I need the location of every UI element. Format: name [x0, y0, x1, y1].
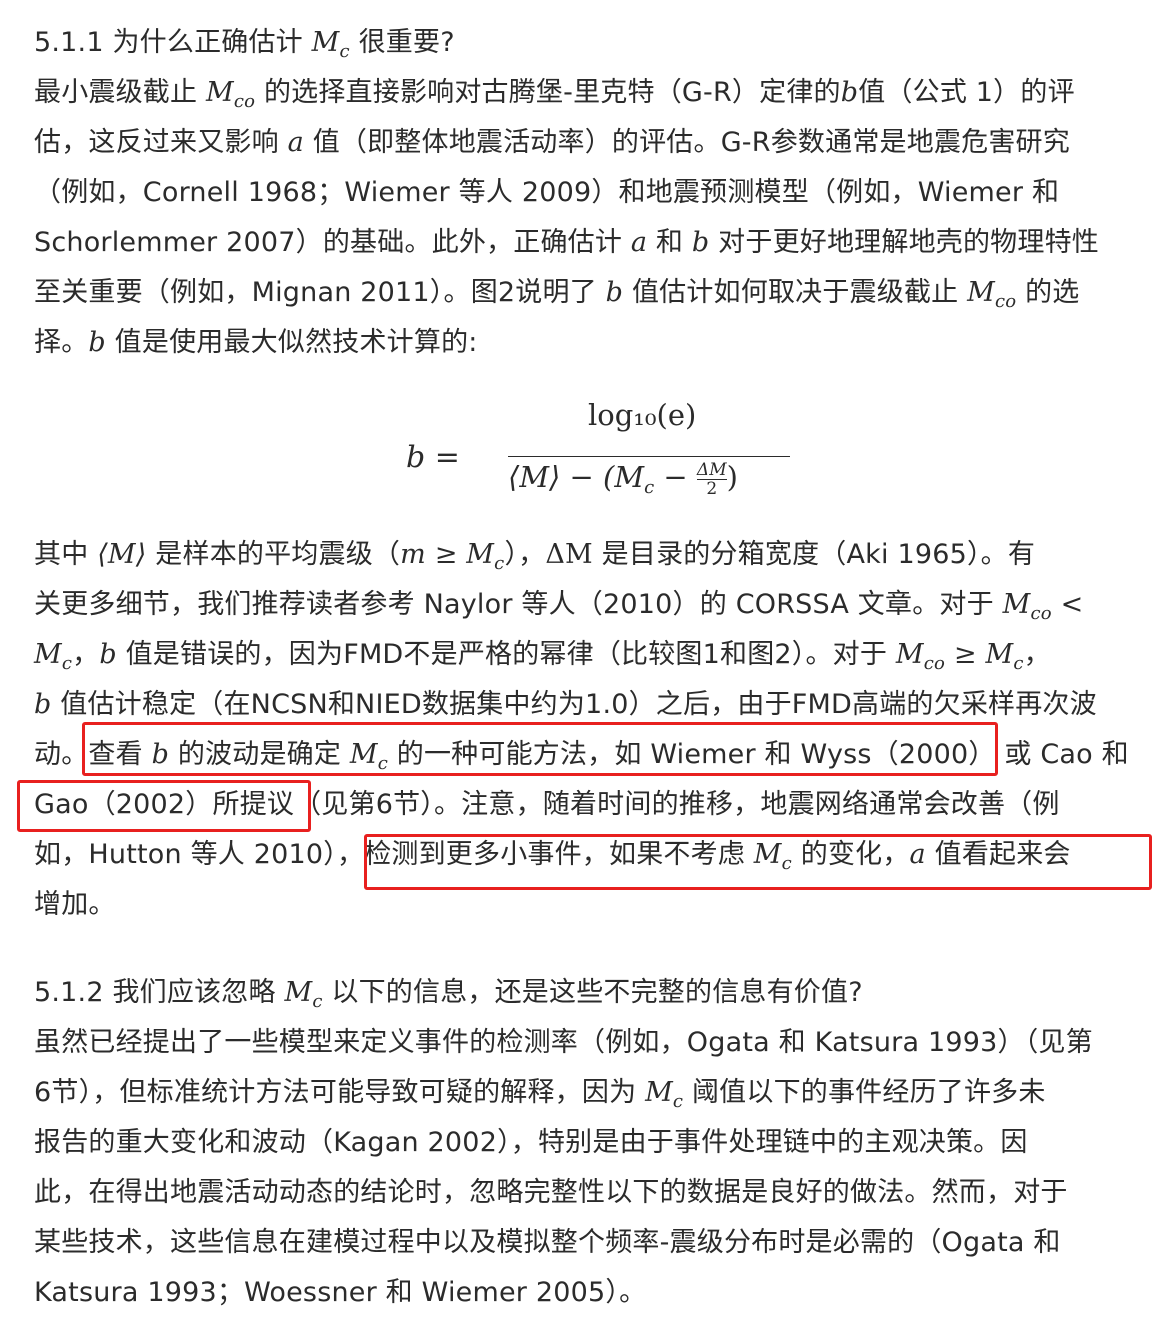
paragraph-1-line-5: 至关重要（例如，Mignan 2011）。图2说明了 b 值估计如何取决于震级截…	[34, 277, 1080, 312]
section2-line-1: 虽然已经提出了一些模型来定义事件的检测率（例如，Ogata 和 Katsura …	[34, 1027, 1093, 1058]
paragraph-1-line-3: （例如，Cornell 1968；Wiemer 等人 2009）和地震预测模型（…	[34, 177, 1060, 208]
paragraph-2-line-3: Mc，b 值是错误的，因为FMD不是严格的幂律（比较图1和图2）。对于 Mco …	[34, 639, 1051, 674]
paragraph-1-line-1: 最小震级截止 Mco 的选择直接影响对古腾堡-里克特（G-R）定律的b值（公式 …	[34, 77, 1075, 112]
section-heading-5-1-1: 5.1.1 为什么正确估计 Mc 很重要?	[34, 27, 455, 62]
paragraph-2-line-1: 其中 ⟨M⟩ 是样本的平均震级（m ≥ Mc），ΔM 是目录的分箱宽度（Aki …	[34, 539, 1036, 574]
math-Mc: Mc	[284, 977, 323, 1012]
paragraph-1-line-2: 估，这反过来又影响 a 值（即整体地震活动率）的评估。G-R参数通常是地震危害研…	[34, 127, 1070, 158]
formula-fraction-bar	[508, 456, 790, 457]
section2-line-2: 6节），但标准统计方法可能导致可疑的解释，因为 Mc 阈值以下的事件经历了许多未	[34, 1077, 1046, 1112]
math-Mco: Mco	[205, 77, 256, 112]
formula-denominator: ⟨M⟩ − (Mc − ΔM 2)	[508, 459, 738, 499]
paragraph-1-line-6: 择。b 值是使用最大似然技术计算的:	[34, 327, 478, 358]
math-Mc: Mc	[34, 639, 73, 674]
paragraph-1-line-4: Schorlemmer 2007）的基础。此外，正确估计 a 和 b 对于更好地…	[34, 227, 1099, 258]
paragraph-2-line-7: 如，Hutton 等人 2010），检测到更多小事件，如果不考虑 Mc 的变化，…	[34, 839, 1071, 874]
section2-line-5: 某些技术，这些信息在建模过程中以及模拟整个频率-震级分布时是必需的（Ogata …	[34, 1227, 1061, 1258]
formula-lhs: b =	[406, 440, 460, 475]
formula-numerator: log₁₀(e)	[588, 398, 697, 432]
math-Mco-lt: Mco <	[1002, 589, 1084, 624]
b-value-formula: b = log₁₀(e) ⟨M⟩ − (Mc − ΔM 2)	[406, 398, 806, 518]
section-heading-5-1-2: 5.1.2 我们应该忽略 Mc 以下的信息，还是这些不完整的信息有价值?	[34, 977, 863, 1012]
section2-line-4: 此，在得出地震活动动态的结论时，忽略完整性以下的数据是良好的做法。然而，对于	[34, 1177, 1068, 1208]
paragraph-2-line-5: 动。查看 b 的波动是确定 Mc 的一种可能方法，如 Wiemer 和 Wyss…	[34, 739, 1129, 774]
math-Mc: Mc	[753, 839, 792, 874]
math-Mco: Mco	[967, 277, 1017, 312]
math-Mc: Mc	[645, 1077, 684, 1112]
section2-line-6: Katsura 1993；Woessner 和 Wiemer 2005）。	[34, 1277, 647, 1308]
paragraph-2-line-4: b 值估计稳定（在NCSN和NIED数据集中约为1.0）之后，由于FMD高端的欠…	[34, 689, 1097, 720]
paragraph-2-line-8: 增加。	[34, 889, 116, 920]
math-Mc: Mc	[311, 27, 350, 62]
math-Mco-ge-Mc: Mco ≥ Mc	[895, 639, 1024, 674]
paragraph-2-line-6: Gao（2002）所提议（见第6节）。注意，随着时间的推移，地震网络通常会改善（…	[34, 789, 1060, 820]
formula-inner-fraction: ΔM 2	[696, 459, 727, 499]
math-Mc: Mc	[349, 739, 388, 774]
paragraph-2-line-2: 关更多细节，我们推荐读者参考 Naylor 等人（2010）的 CORSSA 文…	[34, 589, 1084, 624]
math-m-ge-Mc: m ≥ Mc	[400, 539, 505, 574]
section2-line-3: 报告的重大变化和波动（Kagan 2002），特别是由于事件处理链中的主观决策。…	[34, 1127, 1028, 1158]
